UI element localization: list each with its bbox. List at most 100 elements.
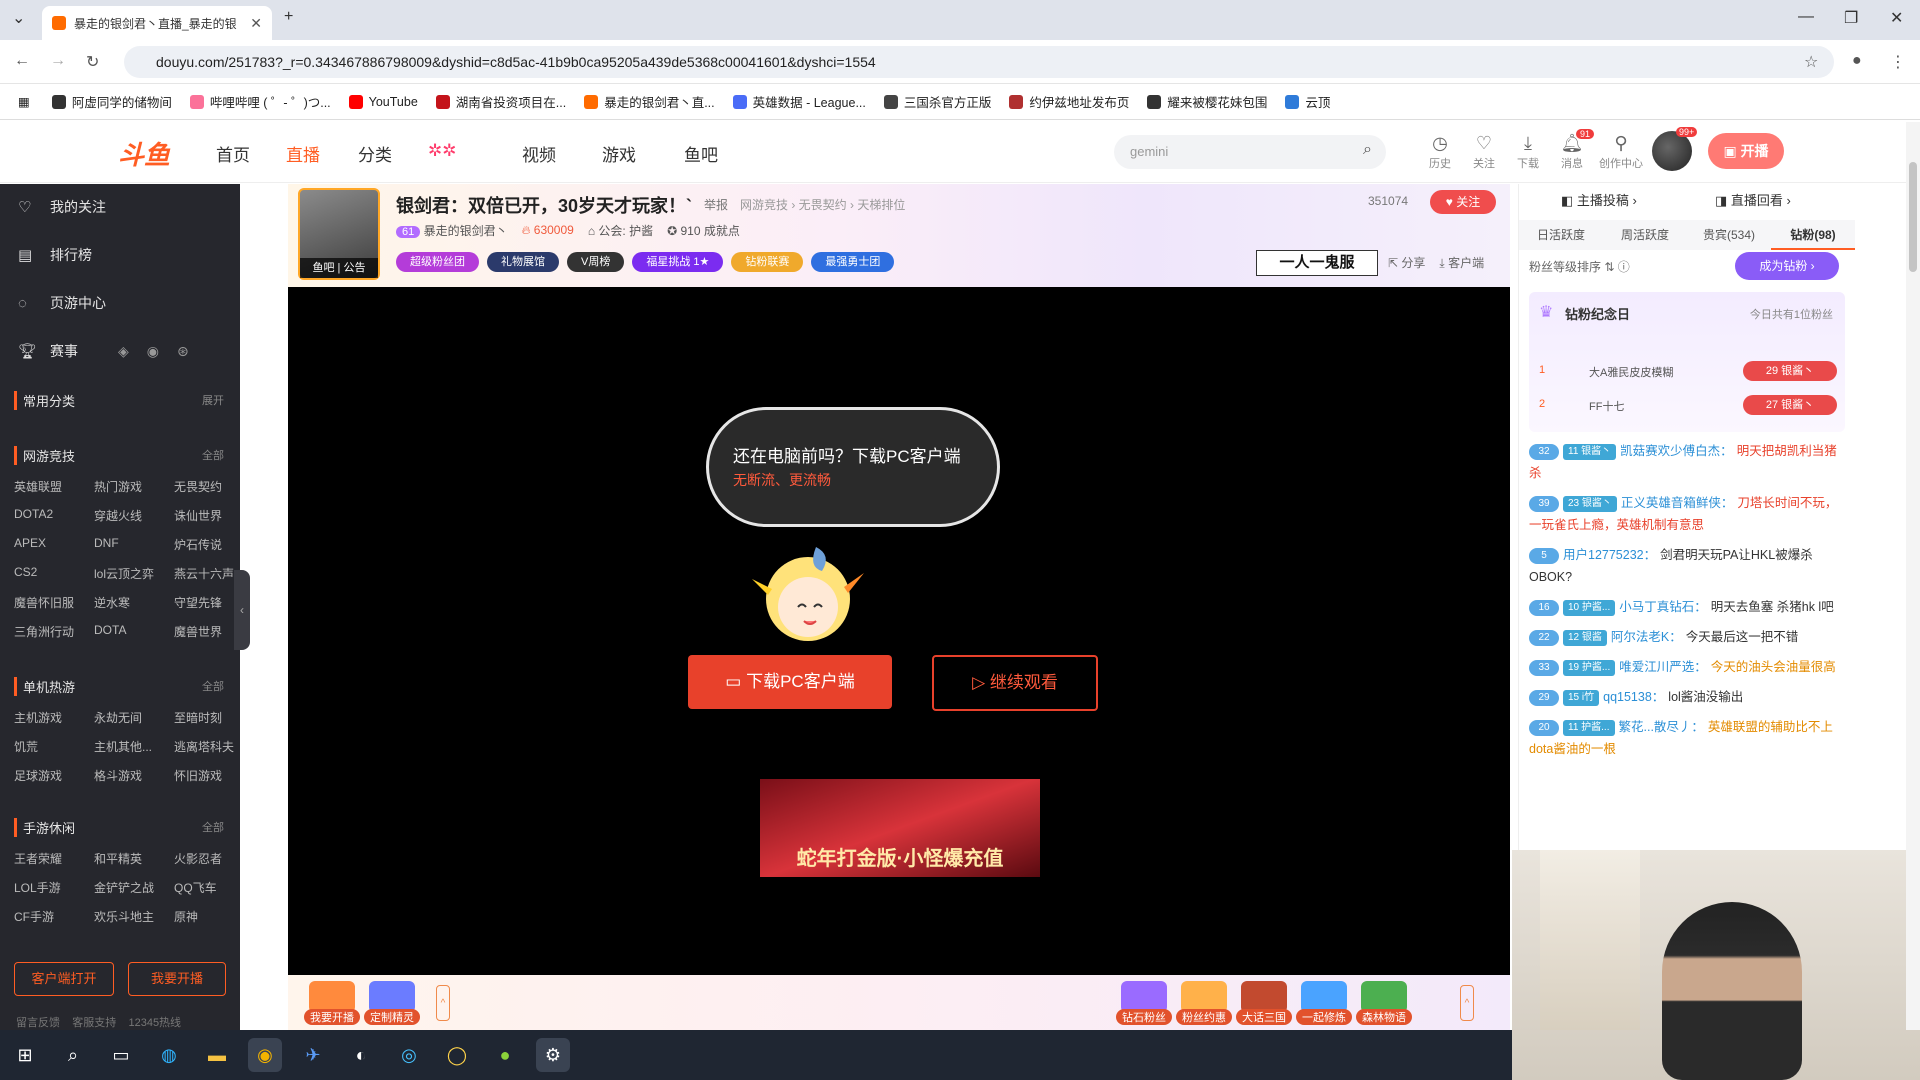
search-icon[interactable]: ⌕ xyxy=(1363,141,1372,159)
category-link[interactable]: 逆水寒 xyxy=(94,594,174,611)
tab-vip[interactable]: 贵宾(534) xyxy=(1687,220,1771,250)
room-pill[interactable]: 礼物展馆 xyxy=(487,252,559,272)
address-bar[interactable]: douyu.com/251783?_r=0.343467886798009&dy… xyxy=(124,46,1834,78)
back-icon[interactable]: ← xyxy=(14,52,30,70)
app-icon[interactable]: ◯ xyxy=(440,1038,474,1072)
ad-banner[interactable]: 蛇年打金版·小怪爆充值 xyxy=(760,779,1040,877)
chat-username[interactable]: 用户12775232： xyxy=(1563,548,1656,562)
app-icon[interactable]: ✈ xyxy=(296,1038,330,1072)
nav-category[interactable]: 分类 xyxy=(358,141,392,166)
open-client-button[interactable]: 客户端打开 xyxy=(14,962,114,996)
expand-right-icon[interactable]: ^ xyxy=(1460,985,1474,1021)
tab-search-icon[interactable]: ⌄ xyxy=(12,8,25,28)
room-pill[interactable]: 钻粉联赛 xyxy=(731,252,804,272)
user-avatar[interactable]: 99+ xyxy=(1652,127,1698,171)
nav-video[interactable]: 视频 xyxy=(522,141,556,166)
window-close-icon[interactable]: ✕ xyxy=(1890,8,1903,28)
guild-name[interactable]: 公会: 护酱 xyxy=(598,224,653,238)
category-link[interactable]: 炉石传说 xyxy=(174,536,234,553)
category-link[interactable]: 火影忍者 xyxy=(174,850,234,867)
category-link[interactable]: LOL手游 xyxy=(14,879,94,896)
download-button[interactable]: ⤓ 下载 xyxy=(1508,133,1548,171)
section-all-link[interactable]: 全部 xyxy=(202,819,224,835)
gift-entry[interactable]: 定制精灵 xyxy=(364,981,420,1025)
room-pill[interactable]: 超级粉丝团 xyxy=(396,252,479,272)
room-pill[interactable]: 最强勇士团 xyxy=(811,252,895,272)
feedback-link[interactable]: 留言反馈 xyxy=(16,1017,60,1029)
app-icon[interactable]: ◐ xyxy=(344,1038,378,1072)
download-client-button[interactable]: ▭ 下载PC客户端 xyxy=(688,655,892,709)
client-button[interactable]: ⤓ 客户端 xyxy=(1439,254,1484,271)
category-link[interactable]: APEX xyxy=(14,536,94,553)
category-link[interactable]: 怀旧游戏 xyxy=(174,767,234,784)
nav-game[interactable]: 游戏 xyxy=(602,141,636,166)
bookmark-item[interactable]: YouTube xyxy=(348,92,418,111)
category-link[interactable]: 永劫无间 xyxy=(94,709,174,726)
category-link[interactable]: 主机其他... xyxy=(94,738,174,755)
chat-username[interactable]: 唯爱江川严选： xyxy=(1619,660,1707,674)
bookmark-item[interactable]: 阿虚同学的储物间 xyxy=(51,92,172,111)
share-button[interactable]: ⇱ 分享 xyxy=(1388,254,1425,271)
category-link[interactable]: 诛仙世界 xyxy=(174,507,234,524)
chat-username[interactable]: qq15138： xyxy=(1603,690,1664,704)
category-link[interactable]: 穿越火线 xyxy=(94,507,174,524)
windows-start-icon[interactable]: ⊞ xyxy=(8,1038,42,1072)
category-link[interactable]: 英雄联盟 xyxy=(14,478,94,495)
streamer-name[interactable]: 暴走的银剑君丶 xyxy=(424,224,508,238)
category-link[interactable]: QQ飞车 xyxy=(174,879,234,896)
hotline-link[interactable]: 12345热线 xyxy=(128,1017,181,1029)
bookmark-item[interactable]: 哔哩哔哩 ( ゜- ゜)つ... xyxy=(189,92,331,111)
bookmark-item[interactable]: 湖南省投资项目在... xyxy=(435,92,566,111)
category-link[interactable]: 魔兽怀旧服 xyxy=(14,594,94,611)
sidebar-item-events[interactable]: 🏆︎ 赛事 ◈◉⊛ xyxy=(0,328,240,374)
room-pill[interactable]: 福星挑战 1★ xyxy=(632,252,724,272)
app-icon[interactable]: ◎ xyxy=(392,1038,426,1072)
browser-tab-active[interactable]: 暴走的银剑君丶直播_暴走的银 ✕ xyxy=(42,6,272,40)
sidebar-item-webgame[interactable]: ◌ 页游中心 xyxy=(0,280,240,326)
category-link[interactable]: 主机游戏 xyxy=(14,709,94,726)
chat-username[interactable]: 繁花...散尽丿： xyxy=(1619,720,1704,734)
category-link[interactable]: 和平精英 xyxy=(94,850,174,867)
gift-entry[interactable]: 大话三国 xyxy=(1236,981,1292,1025)
bookmark-star-icon[interactable]: ☆ xyxy=(1804,52,1818,72)
fan-sort-toggle[interactable]: 粉丝等级排序 ⇅ ⓘ xyxy=(1529,258,1630,275)
avatar-caption[interactable]: 鱼吧 | 公告 xyxy=(300,258,378,278)
become-diamond-fan-button[interactable]: 成为钻粉 › xyxy=(1735,252,1839,280)
chrome-icon[interactable]: ◉ xyxy=(248,1038,282,1072)
apps-icon[interactable]: ▦ xyxy=(18,94,30,109)
category-link[interactable]: 金铲铲之战 xyxy=(94,879,174,896)
section-all-link[interactable]: 全部 xyxy=(202,447,224,463)
gift-entry[interactable]: 钻石粉丝 xyxy=(1116,981,1172,1025)
nav-yuba[interactable]: 鱼吧 xyxy=(684,141,718,166)
go-live-button[interactable]: 我要开播 xyxy=(128,962,226,996)
rank-badge[interactable]: 一人一鬼服 xyxy=(1256,250,1378,276)
category-link[interactable]: 欢乐斗地主 xyxy=(94,908,174,925)
category-link[interactable]: 逃离塔科夫 xyxy=(174,738,234,755)
history-button[interactable]: ◷ 历史 xyxy=(1420,133,1460,171)
search-icon[interactable]: ⌕ xyxy=(56,1038,90,1072)
category-link[interactable]: 原神 xyxy=(174,908,234,925)
nav-live[interactable]: 直播 xyxy=(286,141,320,166)
category-link[interactable]: 守望先锋 xyxy=(174,594,234,611)
fan-row[interactable]: 1 大A雅民皮皮模糊 29 银酱丶 xyxy=(1529,358,1845,384)
category-link[interactable]: 燕云十六声 xyxy=(174,565,234,582)
tab-weekly[interactable]: 周活跃度 xyxy=(1603,220,1687,250)
follow-room-button[interactable]: ♥ 关注 xyxy=(1430,190,1496,214)
new-tab-icon[interactable]: + xyxy=(284,8,293,26)
streamer-avatar[interactable]: 鱼吧 | 公告 xyxy=(298,188,380,280)
task-view-icon[interactable]: ▭ xyxy=(104,1038,138,1072)
nav-home[interactable]: 首页 xyxy=(216,141,250,166)
message-button[interactable]: 🔔︎ 消息 91 xyxy=(1552,129,1595,171)
category-link[interactable]: 三角洲行动 xyxy=(14,623,94,640)
expand-left-icon[interactable]: ^ xyxy=(436,985,450,1021)
bookmark-item[interactable]: 云顶 xyxy=(1285,92,1330,111)
submit-link[interactable]: ◧ 主播投稿 › xyxy=(1561,190,1637,209)
category-link[interactable]: DNF xyxy=(94,536,174,553)
tab-close-icon[interactable]: ✕ xyxy=(250,15,262,32)
replay-link[interactable]: ◨ 直播回看 › xyxy=(1715,190,1791,209)
category-link[interactable]: 饥荒 xyxy=(14,738,94,755)
tab-daily[interactable]: 日活跃度 xyxy=(1519,220,1603,250)
category-link[interactable]: 无畏契约 xyxy=(174,478,234,495)
category-link[interactable]: CF手游 xyxy=(14,908,94,925)
fan-row[interactable]: 2 FF十七 27 银酱丶 xyxy=(1529,392,1845,418)
